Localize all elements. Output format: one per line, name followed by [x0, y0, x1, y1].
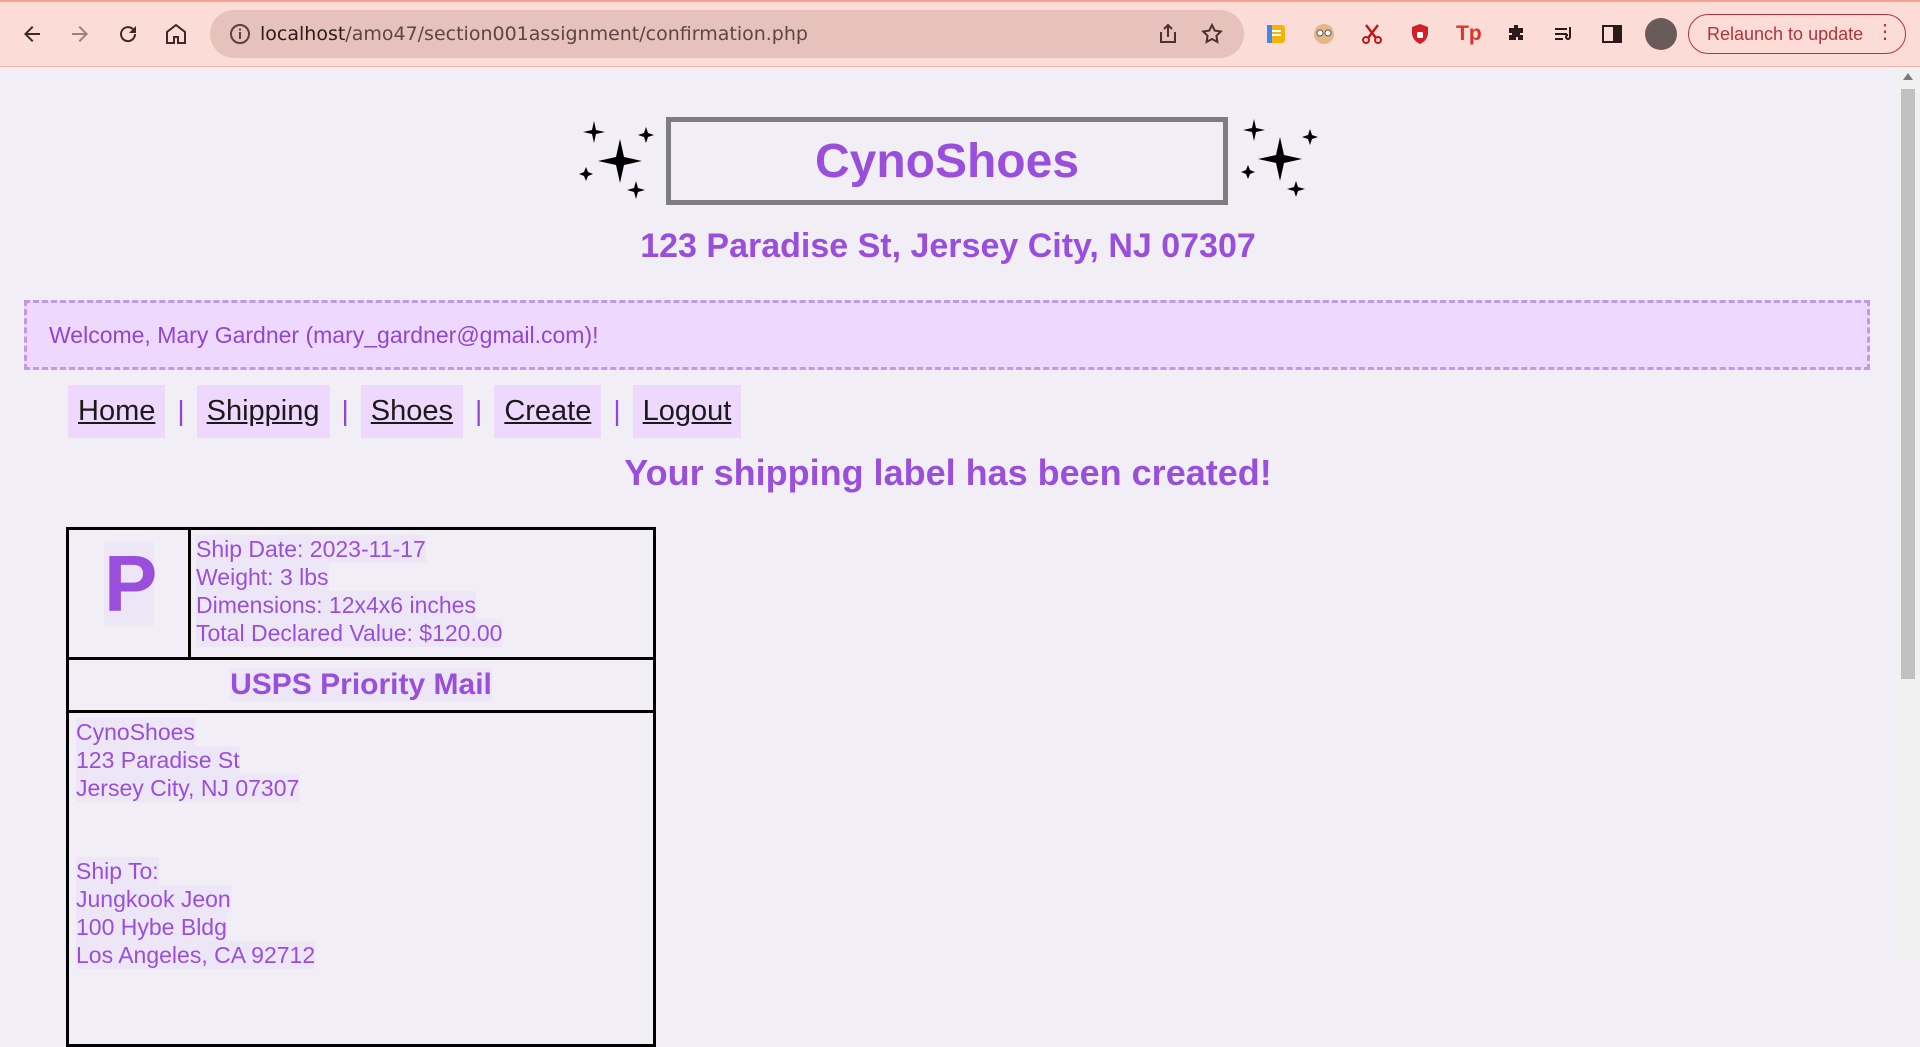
package-info: Ship Date: 2023-11-17 Weight: 3 lbs Dime…	[196, 535, 503, 647]
nav-separator: |	[475, 395, 483, 426]
nav-separator: |	[613, 395, 621, 426]
home-button[interactable]	[158, 16, 194, 52]
package-weight: Weight: 3 lbs	[196, 563, 329, 591]
browser-toolbar: localhost/amo47/section001assignment/con…	[0, 0, 1920, 67]
relaunch-button[interactable]: Relaunch to update ⋮	[1688, 14, 1906, 54]
nav-home-link[interactable]: Home	[68, 384, 166, 438]
more-menu-icon[interactable]: ⋮	[1875, 21, 1895, 43]
address-bar[interactable]: localhost/amo47/section001assignment/con…	[210, 10, 1244, 58]
forward-button[interactable]	[62, 16, 98, 52]
recipient-street: 100 Hybe Bldg	[76, 913, 227, 941]
shipping-label: P Ship Date: 2023-11-17 Weight: 3 lbs Di…	[66, 527, 656, 1047]
ship-date: Ship Date: 2023-11-17	[196, 535, 426, 563]
main-nav: Home | Shipping | Shoes | Create | Logou…	[68, 384, 742, 438]
url-path: /amo47/section001assignment/confirmation…	[345, 23, 808, 45]
reload-icon	[120, 26, 137, 43]
declared-value: Total Declared Value: $120.00	[196, 619, 503, 647]
service-letter: P	[104, 539, 158, 628]
media-queue-icon[interactable]	[1552, 22, 1576, 46]
extension-scissors-icon[interactable]	[1360, 22, 1384, 46]
sparkle-right-icon	[1241, 119, 1318, 197]
recipient-name: Jungkook Jeon	[76, 885, 231, 913]
extension-face-icon[interactable]	[1312, 22, 1336, 46]
url-text[interactable]: localhost/amo47/section001assignment/con…	[260, 23, 808, 45]
sender-name: CynoShoes	[76, 718, 195, 746]
extensions-puzzle-icon[interactable]	[1504, 22, 1528, 46]
sender-city: Jersey City, NJ 07307	[76, 774, 300, 802]
sparkle-left-icon	[579, 121, 654, 199]
service-letter-cell: P	[69, 530, 191, 657]
nav-shoes-link[interactable]: Shoes	[360, 384, 464, 438]
brand-name: CynoShoes	[814, 134, 1080, 188]
address-block: CynoShoes 123 Paradise St Jersey City, N…	[76, 718, 316, 969]
forward-arrow-icon	[72, 26, 88, 42]
scrollbar-thumb[interactable]	[1901, 89, 1915, 679]
tab-strip-edge	[0, 0, 1920, 2]
share-icon[interactable]	[1156, 22, 1180, 46]
scroll-up-arrow-icon[interactable]	[1903, 73, 1913, 80]
side-panel-icon[interactable]	[1600, 22, 1624, 46]
back-button[interactable]	[14, 16, 50, 52]
extension-shield-icon[interactable]	[1408, 22, 1432, 46]
nav-logout-link[interactable]: Logout	[632, 384, 742, 438]
nav-separator: |	[341, 395, 349, 426]
nav-separator: |	[177, 395, 185, 426]
package-dimensions: Dimensions: 12x4x6 inches	[196, 591, 476, 619]
service-name-row: USPS Priority Mail	[69, 660, 653, 713]
relaunch-label: Relaunch to update	[1707, 24, 1864, 44]
reload-button[interactable]	[110, 16, 146, 52]
ship-to-heading: Ship To:	[76, 857, 159, 885]
bookmark-star-icon[interactable]	[1200, 22, 1224, 46]
home-icon	[166, 23, 186, 44]
recipient-city: Los Angeles, CA 92712	[76, 941, 316, 969]
nav-create-link[interactable]: Create	[494, 384, 602, 438]
profile-avatar[interactable]	[1645, 18, 1677, 50]
back-arrow-icon	[24, 26, 40, 42]
label-header-row: P Ship Date: 2023-11-17 Weight: 3 lbs Di…	[69, 530, 653, 660]
page-content: CynoShoes 123 Paradise St, Jersey City, …	[0, 67, 1896, 1047]
confirmation-heading: Your shipping label has been created!	[624, 452, 1272, 493]
vertical-scrollbar[interactable]	[1896, 67, 1920, 958]
welcome-banner: Welcome, Mary Gardner (mary_gardner@gmai…	[24, 300, 1870, 370]
sender-street: 123 Paradise St	[76, 746, 240, 774]
store-address: 123 Paradise St, Jersey City, NJ 07307	[640, 227, 1256, 265]
brand-logo-box: CynoShoes	[666, 117, 1228, 205]
extension-notes-icon[interactable]	[1264, 22, 1288, 46]
nav-shipping-link[interactable]: Shipping	[196, 384, 330, 438]
url-host: localhost	[260, 23, 346, 45]
extension-tp-icon[interactable]: Tp	[1456, 22, 1482, 46]
service-name: USPS Priority Mail	[230, 668, 492, 701]
site-info-icon[interactable]	[228, 22, 252, 46]
